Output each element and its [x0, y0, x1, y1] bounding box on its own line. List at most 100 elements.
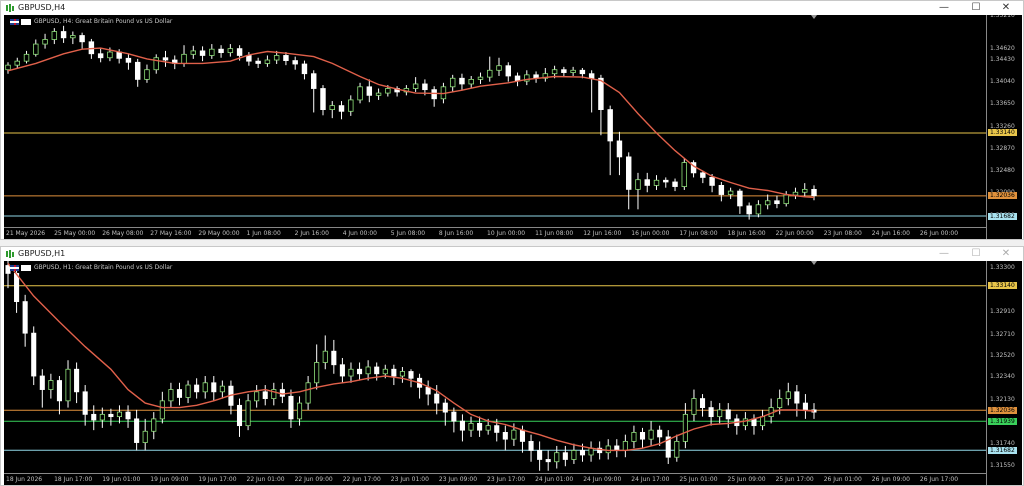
candle-body	[60, 31, 67, 39]
candle-body	[108, 413, 114, 418]
candlestick-plot-h4[interactable]	[4, 15, 986, 227]
close-button[interactable]: ✕	[991, 247, 1021, 261]
candle-body	[561, 69, 567, 73]
candle-body	[162, 57, 169, 61]
candle-body	[774, 200, 780, 205]
candle-body	[425, 386, 431, 395]
window-title-bar[interactable]: GBPUSD,H4 — ☐ ✕	[1, 1, 1023, 15]
candle-body	[742, 418, 748, 427]
candle-body	[764, 200, 771, 206]
symbol-description: GBPUSD, H1: Great Britain Pound vs US Do…	[34, 264, 173, 271]
time-axis[interactable]: 18 Jun 2026 18 Jun 17:00 19 Jun 01:00 19 Ju…	[4, 473, 986, 485]
price-tick-label: 1.31550	[990, 461, 1015, 469]
time-tick-label: 22 Jun 00:00	[775, 230, 814, 237]
time-tick-label: 10 Jun 00:00	[487, 230, 526, 237]
candle-body	[227, 48, 234, 54]
maximize-button[interactable]: ☐	[961, 247, 991, 261]
time-tick-label: 25 Jun 09:00	[727, 476, 766, 483]
candle-body	[579, 69, 586, 75]
time-tick-label: 16 Jun 00:00	[631, 230, 670, 237]
price-tick-label: 1.33650	[990, 100, 1015, 108]
candle-body	[357, 86, 363, 101]
candle-body	[622, 441, 628, 451]
candle-body	[194, 384, 200, 393]
candle-body	[116, 411, 123, 418]
candle-body	[218, 48, 224, 54]
candle-body	[366, 86, 373, 96]
candle-body	[570, 69, 576, 73]
price-level-badge: 1.31682	[988, 446, 1017, 454]
candle-body	[273, 55, 280, 61]
time-tick-label: 26 May 08:00	[102, 230, 144, 237]
candle-body	[551, 69, 558, 75]
maximize-button[interactable]: ☐	[961, 1, 991, 15]
price-chart-h4[interactable]: GBPUSD, H4: Great Britain Pound vs US Do…	[4, 15, 1022, 239]
price-chart-h1[interactable]: GBPUSD, H1: Great Britain Pound vs US Do…	[4, 261, 1022, 485]
time-tick-label: 4 Jun 00:00	[342, 230, 377, 237]
minimize-button[interactable]: —	[929, 247, 959, 261]
candle-body	[792, 191, 799, 196]
candle-body	[279, 389, 285, 397]
price-level-badge: 1.33140	[988, 282, 1017, 290]
time-tick-label: 19 Jun 09:00	[150, 476, 189, 483]
time-tick-label: 22 Jun 09:00	[294, 476, 333, 483]
time-tick-label: 19 Jun 17:00	[198, 476, 237, 483]
time-tick-label: 23 Jun 17:00	[487, 476, 526, 483]
chart-window-h4[interactable]: GBPUSD,H4 — ☐ ✕ GBPUSD, H4: Great Britai…	[0, 0, 1024, 240]
chart-shift-icon[interactable]	[811, 15, 817, 19]
minimize-button[interactable]: —	[929, 1, 959, 15]
chart-shift-icon[interactable]	[811, 261, 817, 265]
candle-body	[760, 416, 766, 427]
candle-body	[99, 413, 105, 421]
close-button[interactable]: ✕	[991, 1, 1021, 15]
gbp-flag-icon	[10, 264, 19, 271]
candle-body	[56, 380, 62, 402]
window-title: GBPUSD,H1	[18, 249, 66, 258]
candle-body	[255, 60, 261, 64]
time-tick-label: 27 May 16:00	[150, 230, 192, 237]
candle-body	[459, 420, 465, 431]
candle-body	[554, 452, 560, 463]
candle-body	[691, 398, 697, 415]
price-tick-label: 1.34430	[990, 55, 1015, 63]
time-tick-label: 26 Jun 09:00	[871, 476, 910, 483]
candle-body	[14, 273, 20, 302]
candle-body	[262, 391, 268, 399]
candle-body	[292, 60, 298, 65]
candle-body	[23, 53, 30, 62]
candle-body	[116, 51, 122, 59]
candle-body	[134, 61, 141, 80]
candle-body	[14, 60, 20, 66]
candle-body	[727, 190, 734, 195]
candlestick-plot-h1[interactable]	[4, 261, 986, 473]
candle-body	[246, 55, 252, 62]
time-tick-label: 25 May 00:00	[54, 230, 96, 237]
price-level-badge: 1.31939	[988, 417, 1017, 425]
candle-body	[88, 41, 95, 55]
candle-body	[125, 411, 131, 420]
price-level-badge: 1.32036	[988, 406, 1017, 414]
chart-window-icon	[6, 250, 14, 258]
candle-body	[254, 391, 260, 402]
time-tick-label: 18 Jun 17:00	[54, 476, 93, 483]
candle-body	[663, 179, 669, 183]
candle-body	[209, 48, 215, 56]
symbol-info: GBPUSD, H4: Great Britain Pound vs US Do…	[10, 18, 172, 26]
candle-body	[31, 332, 37, 377]
candle-body	[374, 366, 380, 375]
candle-body	[283, 55, 289, 61]
symbol-info: GBPUSD, H1: Great Britain Pound vs US Do…	[10, 264, 172, 272]
time-axis[interactable]: 21 May 2026 25 May 00:00 26 May 08:00 27 Ma…	[4, 227, 986, 239]
candle-body	[607, 109, 613, 142]
candle-body	[487, 69, 493, 78]
chart-menu-icon[interactable]	[21, 264, 31, 271]
price-axis[interactable]: 1.35210 1.34620 1.34430 1.34040 1.33650 1.332…	[986, 15, 1022, 239]
time-tick-label: 24 Jun 09:00	[583, 476, 622, 483]
price-axis[interactable]: 1.33300 1.32910 1.32710 1.32520 1.32340 1.321…	[986, 261, 1022, 485]
chart-menu-icon[interactable]	[21, 18, 31, 25]
candle-body	[653, 179, 660, 186]
candle-body	[802, 188, 808, 193]
candle-body	[468, 78, 474, 85]
window-title-bar[interactable]: GBPUSD,H1 — ☐ ✕	[1, 247, 1023, 261]
chart-window-h1[interactable]: GBPUSD,H1 — ☐ ✕ GBPUSD, H1: Great Britai…	[0, 246, 1024, 486]
